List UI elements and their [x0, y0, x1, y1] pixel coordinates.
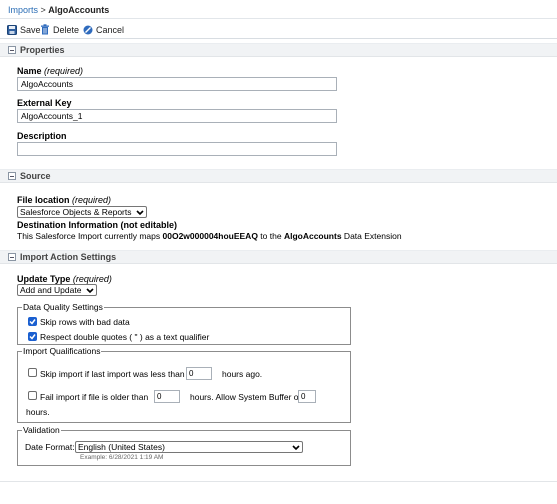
system-buffer-input[interactable]: 0	[298, 390, 316, 403]
save-button[interactable]: Save	[7, 23, 41, 36]
required-note: (required)	[72, 195, 112, 205]
file-location-value: Salesforce Objects & Reports	[20, 207, 132, 217]
properties-section-header[interactable]: Properties	[0, 43, 557, 57]
description-label: Description	[17, 131, 67, 141]
description-input[interactable]	[17, 142, 337, 156]
update-type-value: Add and Update	[20, 285, 82, 295]
hours-suffix: hours.	[26, 407, 50, 417]
data-quality-fieldset: Data Quality Settings Skip rows with bad…	[17, 302, 351, 345]
cancel-button[interactable]: Cancel	[83, 23, 124, 36]
respect-quotes-label: Respect double quotes ( " ) as a text qu…	[40, 332, 210, 342]
name-label-text: Name	[17, 66, 42, 76]
system-buffer-label: hours. Allow System Buffer of	[190, 392, 301, 402]
date-format-label: Date Format:	[25, 442, 75, 452]
save-icon	[7, 24, 17, 35]
dest-id: 00O2w000004houEEAQ	[162, 231, 258, 241]
source-section-header[interactable]: Source	[0, 169, 557, 183]
respect-quotes-checkbox[interactable]	[28, 332, 37, 341]
file-location-select[interactable]: Salesforce Objects & Reports	[17, 206, 147, 218]
external-key-input[interactable]	[17, 109, 337, 123]
update-type-label: Update Type (required)	[17, 274, 112, 284]
name-input[interactable]	[17, 77, 337, 91]
skip-hours-suffix: hours ago.	[222, 369, 263, 379]
import-qualifications-legend: Import Qualifications	[22, 346, 102, 356]
check-icon	[29, 319, 36, 325]
required-note: (required)	[72, 274, 112, 284]
collapse-icon[interactable]	[8, 46, 16, 54]
save-label: Save	[20, 24, 41, 35]
date-format-example: Example: 6/28/2021 1:19 AM	[80, 454, 164, 461]
validation-legend: Validation	[22, 425, 61, 435]
delete-button[interactable]: Delete	[40, 23, 79, 36]
toolbar: Save Delete Cancel	[0, 19, 557, 39]
skip-import-label: Skip import if last import was less than	[40, 369, 185, 379]
collapse-icon[interactable]	[8, 172, 16, 180]
section-title: Source	[20, 171, 51, 181]
import-action-section-header[interactable]: Import Action Settings	[0, 250, 557, 264]
date-format-select[interactable]: English (United States)	[75, 441, 303, 453]
check-icon	[29, 334, 36, 340]
breadcrumb: Imports > AlgoAccounts	[8, 5, 109, 15]
skip-import-checkbox[interactable]	[28, 368, 37, 377]
data-quality-legend: Data Quality Settings	[22, 302, 104, 312]
collapse-icon[interactable]	[8, 253, 16, 261]
required-note: (required)	[44, 66, 84, 76]
delete-label: Delete	[53, 24, 80, 35]
chevron-down-icon	[86, 288, 94, 294]
name-label: Name (required)	[17, 66, 83, 76]
skip-hours-input[interactable]: 0	[186, 367, 212, 380]
dest-text-2: to the	[257, 231, 284, 241]
trash-icon	[41, 24, 49, 35]
fail-import-checkbox[interactable]	[28, 391, 37, 400]
breadcrumb-separator: >	[38, 5, 49, 15]
validation-fieldset: Validation Date Format: English (United …	[17, 425, 351, 466]
breadcrumb-current: AlgoAccounts	[48, 5, 110, 15]
section-title: Properties	[20, 45, 65, 55]
cancel-icon	[83, 25, 93, 34]
chevron-down-icon	[136, 210, 144, 216]
dest-text-1: This Salesforce Import currently maps	[17, 231, 163, 241]
skip-bad-data-label: Skip rows with bad data	[40, 317, 130, 327]
update-type-label-text: Update Type	[17, 274, 71, 284]
import-qualifications-fieldset: Import Qualifications Skip import if las…	[17, 346, 351, 423]
dest-text-3: Data Extension	[341, 231, 402, 241]
update-type-select[interactable]: Add and Update	[17, 284, 97, 296]
chevron-down-icon	[292, 445, 300, 451]
cancel-label: Cancel	[96, 24, 125, 35]
external-key-label: External Key	[17, 98, 72, 108]
divider	[0, 481, 557, 482]
fail-hours-input[interactable]: 0	[154, 390, 180, 403]
dest-name: AlgoAccounts	[283, 231, 342, 241]
destination-label: Destination Information (not editable)	[17, 220, 177, 230]
fail-import-label: Fail import if file is older than	[40, 392, 149, 402]
breadcrumb-link-imports[interactable]: Imports	[8, 5, 38, 15]
date-format-value: English (United States)	[78, 442, 165, 452]
file-location-label: File location (required)	[17, 195, 111, 205]
section-title: Import Action Settings	[20, 252, 117, 262]
destination-text: This Salesforce Import currently maps 00…	[17, 231, 402, 241]
skip-bad-data-checkbox[interactable]	[28, 317, 37, 326]
file-location-label-text: File location	[17, 195, 70, 205]
breadcrumb-bar: Imports > AlgoAccounts	[0, 0, 557, 19]
